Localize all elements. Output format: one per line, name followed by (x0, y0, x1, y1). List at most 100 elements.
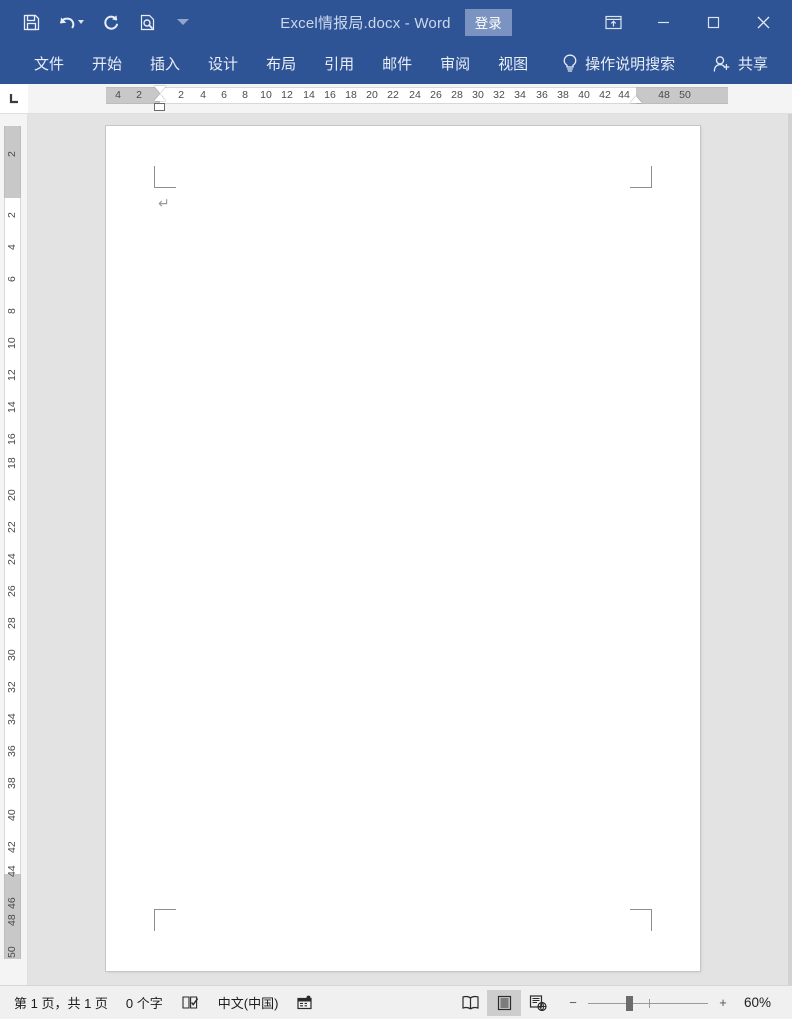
print-preview-icon (140, 14, 154, 30)
tab-stop-selector[interactable] (0, 84, 28, 113)
minimize-button[interactable] (638, 0, 688, 44)
ruler-tick-label: 50 (679, 89, 691, 101)
ruler-tick-label: 20 (366, 89, 378, 101)
ruler-tick-label: 16 (324, 89, 336, 101)
tab-review[interactable]: 审阅 (426, 47, 484, 81)
proofing-status[interactable] (172, 990, 209, 1016)
ruler-tick-label: 44 (618, 89, 630, 101)
right-indent-marker[interactable] (630, 96, 642, 103)
close-button[interactable] (738, 0, 788, 44)
quick-access-toolbar (0, 7, 200, 37)
ruler-tick-label: 4 (115, 89, 121, 101)
ruler-tick-label: 32 (493, 89, 505, 101)
ruler-tick-label: 34 (514, 89, 526, 101)
ruler-tick-label: 14 (6, 401, 18, 413)
vertical-scrollbar[interactable] (788, 114, 792, 985)
lightbulb-icon (563, 54, 577, 72)
zoom-level-label[interactable]: 60% (738, 995, 776, 1010)
print-layout-button[interactable] (487, 989, 521, 1016)
ruler-tick-label: 28 (451, 89, 463, 101)
tell-me-search[interactable]: 操作说明搜索 (556, 48, 685, 80)
tab-file[interactable]: 文件 (20, 47, 78, 81)
tab-view[interactable]: 视图 (484, 47, 542, 81)
ruler-tick-label: 30 (472, 89, 484, 101)
redo-button[interactable] (94, 7, 128, 37)
text-boundary-corner-top-left (154, 166, 176, 188)
ruler-tick-label: 30 (6, 649, 18, 661)
page-number-status[interactable]: 第 1 页，共 1 页 (5, 990, 117, 1016)
zoom-slider[interactable] (588, 994, 708, 1012)
undo-button[interactable] (50, 7, 92, 37)
document-canvas[interactable]: ↵ (28, 114, 792, 985)
ruler-tick-label: 36 (536, 89, 548, 101)
minimize-icon (657, 21, 669, 23)
zoom-out-button[interactable]: − (565, 993, 581, 1013)
customize-qat-button[interactable] (166, 7, 200, 37)
print-preview-button[interactable] (130, 7, 164, 37)
ruler-tick-label: 46 (6, 897, 18, 909)
tab-design[interactable]: 设计 (194, 47, 252, 81)
web-layout-button[interactable] (521, 990, 555, 1016)
tab-references[interactable]: 引用 (310, 47, 368, 81)
document-title: Excel情报局.docx - Word (280, 14, 451, 32)
ribbon-display-options-button[interactable] (588, 0, 638, 44)
ruler-tick-label: 12 (6, 369, 18, 381)
left-indent-marker[interactable] (154, 103, 165, 111)
save-button[interactable] (14, 7, 48, 37)
ruler-tick-label: 26 (430, 89, 442, 101)
ruler-tick-label: 28 (6, 617, 18, 629)
macro-record-status[interactable] (287, 990, 322, 1016)
zoom-in-button[interactable]: + (715, 993, 731, 1013)
share-person-icon (713, 55, 730, 72)
ruler-tick-label: 24 (409, 89, 421, 101)
ruler-tick-label: 40 (578, 89, 590, 101)
chevron-down-icon (177, 19, 189, 25)
tab-insert[interactable]: 插入 (136, 47, 194, 81)
status-bar-left: 第 1 页，共 1 页 0 个字 中文(中国) (0, 990, 322, 1016)
ruler-tick-label: 22 (387, 89, 399, 101)
text-boundary-corner-bottom-right (630, 909, 652, 931)
ruler-vertical-content-area[interactable] (4, 198, 21, 874)
undo-dropdown-caret-icon[interactable] (78, 20, 84, 24)
web-layout-icon (529, 994, 547, 1011)
window-controls (588, 0, 792, 44)
read-mode-icon (461, 995, 479, 1009)
maximize-button[interactable] (688, 0, 738, 44)
zoom-slider-thumb[interactable] (626, 995, 633, 1011)
word-count-status[interactable]: 0 个字 (117, 990, 172, 1016)
read-mode-button[interactable] (453, 990, 487, 1016)
ruler-tick-label: 10 (260, 89, 272, 101)
vertical-ruler[interactable]: 2 2 4 6 8 10 12 14 16 18 20 22 24 26 28 30 32 34 36 38 40 42 4… (0, 114, 28, 985)
tab-layout[interactable]: 布局 (252, 47, 310, 81)
sign-in-button[interactable]: 登录 (464, 8, 512, 36)
share-button[interactable]: 共享 (706, 48, 774, 80)
zoom-slider-track (588, 1002, 708, 1004)
tell-me-label: 操作说明搜索 (585, 56, 676, 73)
ruler-tick-label: 6 (221, 89, 227, 101)
ruler-tick-label: 4 (6, 244, 18, 250)
ruler-tick-label: 50 (6, 946, 18, 958)
ruler-tick-label: 2 (6, 151, 18, 157)
ruler-tick-label: 24 (6, 553, 18, 565)
ruler-tick-label: 2 (136, 89, 142, 101)
ruler-tick-label: 22 (6, 521, 18, 533)
redo-icon (104, 14, 118, 30)
status-bar-right: − + 60% (453, 989, 792, 1016)
ruler-tick-label: 42 (6, 841, 18, 853)
document-page[interactable]: ↵ (106, 126, 700, 971)
tab-mailings[interactable]: 邮件 (368, 47, 426, 81)
ruler-tick-label: 8 (6, 308, 18, 314)
ruler-tick-label: 8 (242, 89, 248, 101)
hanging-indent-marker[interactable] (154, 94, 166, 101)
ribbon-tab-bar: 文件 开始 插入 设计 布局 引用 邮件 审阅 视图 操作说明搜索 共享 (0, 44, 792, 84)
print-layout-icon (497, 995, 511, 1010)
tab-home[interactable]: 开始 (78, 47, 136, 81)
language-status[interactable]: 中文(中国) (209, 990, 288, 1016)
horizontal-ruler[interactable]: 4 2 2 4 6 8 10 12 14 16 18 20 22 24 26 28 30 32 34 36 38 40 42… (28, 84, 792, 113)
text-boundary-corner-top-right (630, 166, 652, 188)
share-label: 共享 (737, 56, 768, 73)
paragraph-mark: ↵ (158, 196, 170, 212)
ruler-tick-label: 48 (658, 89, 670, 101)
first-line-indent-marker[interactable] (154, 86, 166, 93)
save-icon (23, 14, 39, 30)
